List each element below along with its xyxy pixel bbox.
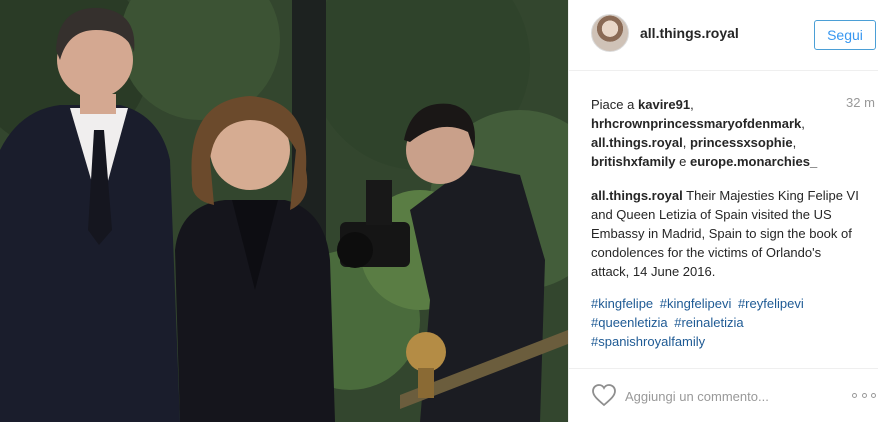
liker-link[interactable]: europe.monarchies_: [690, 154, 817, 169]
hashtag-link[interactable]: #spanishroyalfamily: [591, 334, 705, 349]
avatar[interactable]: [591, 14, 629, 52]
more-options-icon[interactable]: [852, 390, 876, 400]
liker-link[interactable]: britishxfamily: [591, 154, 676, 169]
comment-input[interactable]: [625, 385, 835, 407]
likes-summary: Piace a kavire91, hrhcrownprincessmaryof…: [591, 97, 818, 169]
liker-link[interactable]: princessxsophie: [690, 135, 793, 150]
dot: [852, 392, 857, 398]
hashtag-link[interactable]: #kingfelipe: [591, 296, 653, 311]
hashtag-link[interactable]: #reinaletizia: [674, 315, 743, 330]
heart-icon[interactable]: [591, 383, 617, 407]
hashtag-link[interactable]: #queenletizia: [591, 315, 668, 330]
comment-bar: [569, 368, 878, 422]
dot: [871, 392, 876, 398]
likes-prefix: Piace a: [591, 97, 635, 112]
post-timestamp[interactable]: 32 m: [846, 95, 875, 110]
liker-link[interactable]: all.things.royal: [591, 135, 683, 150]
liker-link[interactable]: kavire91: [638, 97, 690, 112]
photo-illustration: [0, 0, 568, 422]
post-photo[interactable]: [0, 0, 568, 422]
username-link[interactable]: all.things.royal: [640, 25, 739, 41]
post-caption: all.things.royal Their Majesties King Fe…: [591, 186, 861, 281]
likes-conjunction: e: [679, 154, 687, 169]
caption-username-link[interactable]: all.things.royal: [591, 188, 683, 203]
hashtag-list: #kingfelipe #kingfelipevi #reyfelipevi #…: [591, 294, 861, 351]
hashtag-link[interactable]: #reyfelipevi: [738, 296, 804, 311]
follow-button[interactable]: Segui: [814, 20, 876, 50]
liker-link[interactable]: hrhcrownprincessmaryofdenmark: [591, 116, 801, 131]
post-container: all.things.royal Segui Piace a kavire91,…: [0, 0, 878, 422]
post-header: all.things.royal Segui: [569, 0, 878, 71]
post-details-panel: all.things.royal Segui Piace a kavire91,…: [568, 0, 878, 422]
dot: [861, 392, 867, 398]
hashtag-link[interactable]: #kingfelipevi: [660, 296, 732, 311]
